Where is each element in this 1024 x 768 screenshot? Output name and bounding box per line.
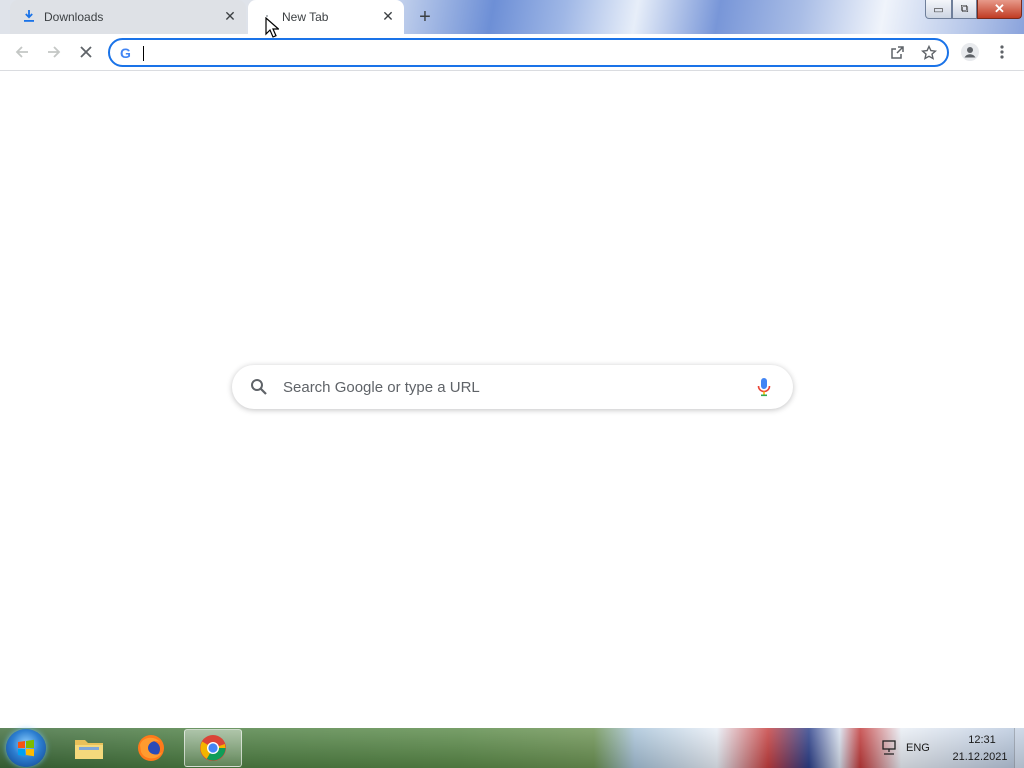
kebab-menu-icon[interactable]	[989, 39, 1015, 65]
minimize-button[interactable]: ▭	[925, 0, 952, 19]
close-window-button[interactable]: ✕	[977, 0, 1022, 19]
show-desktop-button[interactable]	[1014, 728, 1024, 768]
chrome-icon	[200, 735, 226, 761]
firefox-icon	[138, 735, 164, 761]
browser-title-bar: Downloads ✕ New Tab ✕ + ▭ ⧉ ✕	[0, 0, 1024, 34]
browser-toolbar: G	[0, 34, 1024, 71]
windows-taskbar: ENG 12:31 21.12.2021	[0, 728, 1024, 768]
close-tab-icon[interactable]: ✕	[380, 8, 396, 24]
close-tab-icon[interactable]: ✕	[222, 8, 238, 24]
folder-icon	[75, 740, 103, 759]
file-explorer-taskbar-button[interactable]	[60, 729, 118, 767]
tab-title: Downloads	[44, 10, 104, 24]
maximize-button[interactable]: ⧉	[952, 0, 977, 19]
star-icon[interactable]	[919, 43, 939, 63]
download-icon	[22, 9, 36, 23]
clock-date[interactable]: 21.12.2021	[944, 751, 1016, 763]
chrome-taskbar-button[interactable]	[184, 729, 242, 767]
profile-icon[interactable]	[957, 39, 983, 65]
new-tab-button[interactable]: +	[413, 5, 437, 29]
share-icon[interactable]	[887, 43, 907, 63]
firefox-taskbar-button[interactable]	[122, 729, 180, 767]
tab-title: New Tab	[282, 10, 329, 24]
address-input[interactable]	[142, 43, 842, 63]
microphone-icon[interactable]	[757, 377, 771, 397]
forward-arrow-icon[interactable]	[41, 39, 67, 65]
network-icon[interactable]	[880, 740, 898, 756]
mouse-cursor-icon	[265, 17, 279, 38]
google-icon: G	[120, 45, 131, 61]
clock-time[interactable]: 12:31	[959, 734, 1005, 746]
address-bar[interactable]: G	[108, 38, 949, 67]
ntp-search-box[interactable]: Search Google or type a URL	[232, 365, 793, 409]
text-caret	[143, 46, 144, 61]
start-button[interactable]	[6, 729, 46, 767]
window-controls: ▭ ⧉ ✕	[925, 0, 1022, 19]
search-placeholder: Search Google or type a URL	[283, 379, 480, 396]
search-icon	[250, 378, 268, 396]
new-tab-page: Search Google or type a URL	[0, 71, 1024, 728]
language-indicator[interactable]: ENG	[906, 742, 930, 754]
back-arrow-icon[interactable]	[9, 39, 35, 65]
windows-logo-icon	[18, 739, 34, 757]
tab-downloads[interactable]: Downloads ✕	[10, 0, 246, 34]
stop-loading-icon[interactable]	[73, 39, 99, 65]
system-tray: ENG 12:31 21.12.2021	[864, 728, 1024, 768]
